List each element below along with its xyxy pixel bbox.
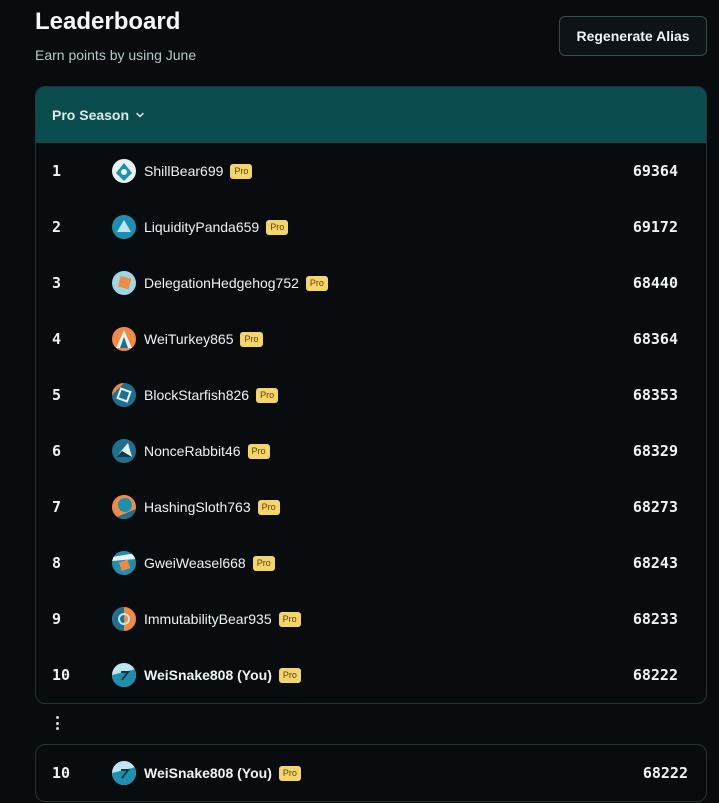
points: 68353 [632, 386, 678, 404]
points: 68222 [632, 666, 678, 684]
username-text: ShillBear699 [144, 163, 224, 179]
rank: 9 [52, 610, 62, 628]
rank: 6 [52, 442, 62, 460]
points: 68440 [632, 274, 678, 292]
season-label: Pro Season [52, 107, 130, 123]
points: 68273 [632, 498, 678, 516]
chevron-down-icon [136, 112, 144, 118]
pro-badge: Pro [247, 443, 270, 459]
points: 68329 [632, 442, 678, 460]
username: LiquidityPanda659 Pro [144, 219, 289, 235]
pro-badge: Pro [266, 219, 289, 235]
pro-badge: Pro [252, 555, 275, 571]
pro-badge: Pro [230, 163, 253, 179]
avatar [112, 327, 136, 351]
username: DelegationHedgehog752 Pro [144, 275, 328, 291]
avatar [112, 159, 136, 183]
current-user-row: 10 WeiSnake808 (You) Pro 68222 [36, 745, 706, 801]
points: 68364 [632, 330, 678, 348]
username-text: WeiTurkey865 [144, 331, 234, 347]
username-text: NonceRabbit46 [144, 443, 241, 459]
page-subtitle: Earn points by using June [35, 47, 197, 63]
username: ImmutabilityBear935 Pro [144, 611, 301, 627]
rank: 2 [52, 218, 62, 236]
page-title: Leaderboard [35, 8, 181, 35]
rank: 5 [52, 386, 62, 404]
avatar [112, 495, 136, 519]
avatar [112, 271, 136, 295]
avatar [112, 607, 136, 631]
rank: 8 [52, 554, 62, 572]
leaderboard-header: Pro Season [36, 87, 706, 143]
table-row: 8 GweiWeasel668 Pro 68243 [36, 535, 706, 591]
avatar [112, 761, 136, 785]
username-text: WeiSnake808 (You) [144, 765, 272, 781]
username: WeiTurkey865 Pro [144, 331, 263, 347]
table-row: 5 BlockStarfish826 Pro 68353 [36, 367, 706, 423]
points: 68222 [642, 764, 688, 782]
table-row: 2 LiquidityPanda659 Pro 69172 [36, 199, 706, 255]
pro-badge: Pro [305, 275, 328, 291]
username: WeiSnake808 (You) Pro [144, 765, 301, 781]
username-text: ImmutabilityBear935 [144, 611, 272, 627]
username: BlockStarfish826 Pro [144, 387, 279, 403]
table-row: 10 WeiSnake808 (You) Pro 68222 [36, 647, 706, 703]
avatar [112, 551, 136, 575]
avatar [112, 439, 136, 463]
username-text: DelegationHedgehog752 [144, 275, 299, 291]
rank: 1 [52, 162, 62, 180]
points: 68243 [632, 554, 678, 572]
table-row: 3 DelegationHedgehog752 Pro 68440 [36, 255, 706, 311]
rank: 10 [52, 764, 71, 782]
username-text: HashingSloth763 [144, 499, 251, 515]
table-row: 6 NonceRabbit46 Pro 68329 [36, 423, 706, 479]
rank: 7 [52, 498, 62, 516]
avatar [112, 215, 136, 239]
pro-badge: Pro [278, 611, 301, 627]
points: 69364 [632, 162, 678, 180]
username: ShillBear699 Pro [144, 163, 253, 179]
leaderboard-table: Pro Season 1 ShillBear699 Pro 69364 2 Liquidi… [35, 86, 707, 704]
username-text: BlockStarfish826 [144, 387, 250, 403]
table-row: 4 WeiTurkey865 Pro 68364 [36, 311, 706, 367]
rank: 4 [52, 330, 62, 348]
username: GweiWeasel668 Pro [144, 555, 275, 571]
table-row: 9 ImmutabilityBear935 Pro 68233 [36, 591, 706, 647]
avatar [112, 663, 136, 687]
more-vertical-icon [50, 714, 64, 732]
points: 69172 [632, 218, 678, 236]
table-row: 1 ShillBear699 Pro 69364 [36, 143, 706, 199]
username: HashingSloth763 Pro [144, 499, 280, 515]
pro-badge: Pro [257, 499, 280, 515]
table-row: 7 HashingSloth763 Pro 68273 [36, 479, 706, 535]
username: NonceRabbit46 Pro [144, 443, 270, 459]
username-text: LiquidityPanda659 [144, 219, 260, 235]
rank: 3 [52, 274, 62, 292]
avatar [112, 383, 136, 407]
pro-badge: Pro [278, 667, 301, 683]
username-text: GweiWeasel668 [144, 555, 246, 571]
rank: 10 [52, 666, 71, 684]
pro-badge: Pro [278, 765, 301, 781]
username-text: WeiSnake808 (You) [144, 667, 272, 683]
username: WeiSnake808 (You) Pro [144, 667, 301, 683]
regenerate-alias-button[interactable]: Regenerate Alias [559, 16, 707, 56]
season-dropdown[interactable]: Pro Season [52, 107, 145, 123]
points: 68233 [632, 610, 678, 628]
current-user-card: 10 WeiSnake808 (You) Pro 68222 [35, 744, 707, 802]
pro-badge: Pro [256, 387, 279, 403]
pro-badge: Pro [240, 331, 263, 347]
